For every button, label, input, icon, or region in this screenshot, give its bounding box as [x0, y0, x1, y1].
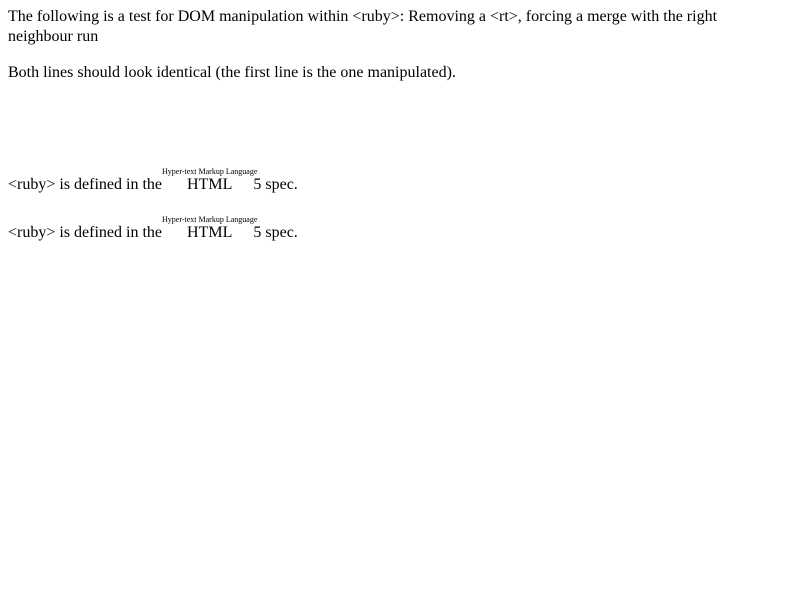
- ruby-base: HTML: [162, 176, 258, 193]
- intro-text: The following is a test for DOM manipula…: [8, 8, 718, 45]
- ruby-line-manipulated: <ruby> is defined in the HTMLHyper-text …: [8, 167, 298, 195]
- ruby-line-reference: <ruby> is defined in the HTMLHyper-text …: [8, 215, 298, 243]
- ruby-annotation: HTMLHyper-text Markup Language: [162, 167, 257, 193]
- ruby-annotation: HTMLHyper-text Markup Language: [162, 215, 257, 241]
- ruby-line-suffix: 5 spec.: [253, 176, 298, 193]
- ruby-base: HTML: [162, 224, 258, 241]
- ruby-line-prefix: <ruby> is defined in the: [8, 176, 167, 193]
- ruby-line-prefix: <ruby> is defined in the: [8, 224, 167, 241]
- ruby-text: Hyper-text Markup Language: [162, 215, 258, 224]
- ruby-line-suffix: 5 spec.: [253, 224, 298, 241]
- ruby-text: Hyper-text Markup Language: [162, 167, 258, 176]
- note-text: Both lines should look identical (the fi…: [8, 64, 456, 81]
